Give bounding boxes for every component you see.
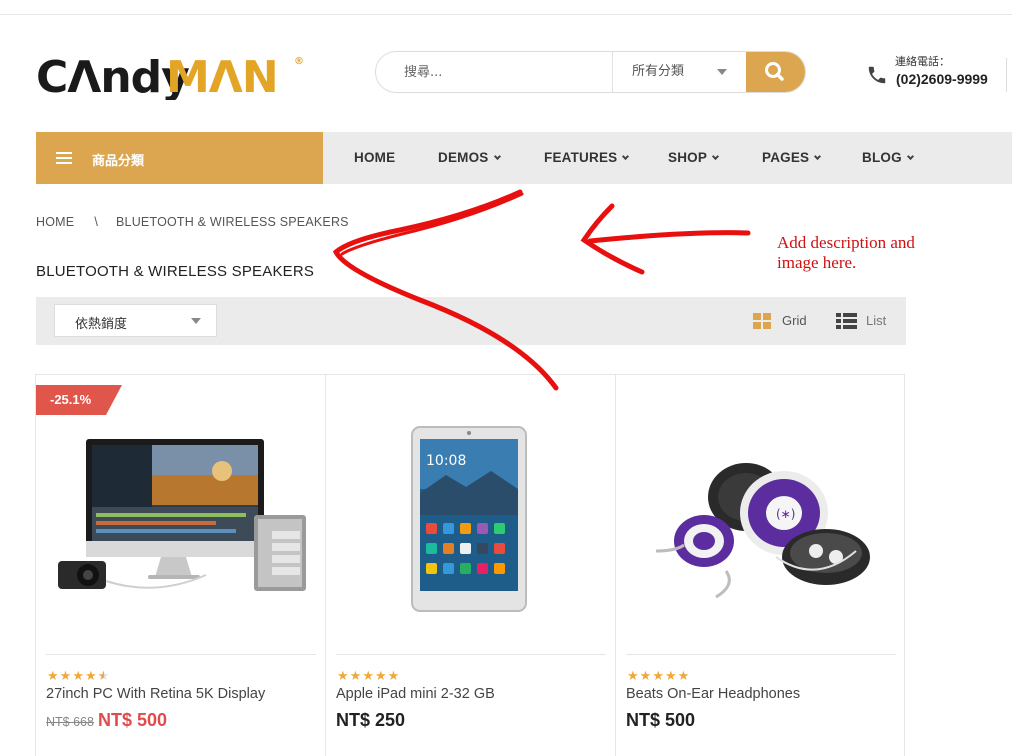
annotation-line-2: image here.: [777, 253, 857, 272]
star-icon: ★: [59, 669, 72, 684]
logo-registered-mark: ®: [294, 56, 304, 67]
nav-item-demos[interactable]: DEMOS: [438, 150, 501, 165]
chevron-down-icon: [493, 152, 501, 161]
header-divider: [1006, 58, 1007, 92]
chevron-down-icon: [906, 152, 914, 161]
search-category-select[interactable]: 所有分類: [613, 52, 747, 92]
imac-desktop-image[interactable]: [36, 375, 324, 655]
caret-down-icon: [191, 318, 201, 324]
star-icon: ★: [47, 669, 59, 684]
categories-label: 商品分類: [92, 154, 145, 169]
breadcrumb: HOME \ BLUETOOTH & WIRELESS SPEAKERS: [36, 215, 349, 229]
search-input[interactable]: [376, 52, 612, 92]
nav-item-label: FEATURES: [544, 150, 618, 165]
star-icon: ★: [337, 669, 349, 684]
discount-label: -25.1%: [50, 392, 92, 407]
product-name[interactable]: Beats On-Ear Headphones: [626, 686, 800, 702]
nav-item-shop[interactable]: SHOP: [668, 150, 720, 165]
price-row: NT$ 500: [626, 710, 695, 731]
nav-item-label: PAGES: [762, 150, 810, 165]
product-name[interactable]: 27inch PC With Retina 5K Display: [46, 686, 265, 702]
top-divider: [0, 14, 1012, 15]
nav-item-features[interactable]: FEATURES: [544, 150, 630, 165]
breadcrumb-home-link[interactable]: HOME: [36, 215, 74, 229]
grid-label: Grid: [782, 313, 807, 328]
card-divider: [626, 654, 896, 655]
card-divider: [46, 654, 316, 655]
svg-text:10:08: 10:08: [426, 453, 466, 469]
contact-phone: 連絡電話： (02)2609-9999: [866, 52, 1012, 96]
grid-icon: [753, 313, 771, 329]
breadcrumb-current: BLUETOOTH & WIRELESS SPEAKERS: [116, 215, 349, 229]
star-icon: ★: [677, 669, 690, 684]
star-icon: ★: [84, 669, 97, 684]
hamburger-icon: [56, 152, 72, 164]
product-grid: -25.1% ★★★★★ 27inch PC With Retina 5K Di…: [35, 374, 905, 756]
nav-item-label: BLOG: [862, 150, 902, 165]
nav-item-home[interactable]: HOME: [354, 150, 395, 165]
star-icon: ★: [362, 669, 374, 684]
search-icon: [765, 62, 784, 81]
star-icon: ★: [664, 669, 677, 684]
phone-icon: [868, 66, 886, 84]
svg-text:(∗): (∗): [776, 507, 795, 521]
nav-item-label: SHOP: [668, 150, 708, 165]
main-nav: 商品分類 HOME DEMOS FEATURES SHOP PAGES BLOG: [36, 132, 1012, 184]
price: NT$ 500: [626, 710, 696, 730]
sale-price: NT$ 500: [97, 710, 167, 730]
rating-stars: ★★★★★: [47, 667, 110, 684]
product-name[interactable]: Apple iPad mini 2-32 GB: [336, 686, 495, 702]
nav-item-blog[interactable]: BLOG: [862, 150, 914, 165]
rating-stars: ★★★★★: [337, 667, 400, 684]
earbuds-case-image[interactable]: (∗): [616, 375, 904, 655]
candyman-logo[interactable]: CΛndy MΛN ®: [36, 50, 308, 100]
chevron-down-icon: [622, 152, 630, 161]
star-icon: ★: [387, 669, 400, 684]
caret-down-icon: [717, 69, 727, 75]
price-row: NT$ 250: [336, 710, 405, 731]
nav-item-pages[interactable]: PAGES: [762, 150, 822, 165]
star-icon: ★: [627, 669, 639, 684]
product-card[interactable]: 10:08 ★★★★★ Apple iPad mini 2-32 GB NT$ …: [325, 375, 615, 756]
star-icon: ★: [652, 669, 664, 684]
sort-select[interactable]: 依熱銷度: [54, 304, 217, 337]
product-card[interactable]: (∗) ★★★★★ Beats On-Ear Headphones NT$ 50…: [615, 375, 905, 756]
search-button[interactable]: [746, 52, 805, 92]
star-icon: ★: [349, 669, 362, 684]
list-label: List: [866, 313, 887, 328]
star-icon: ★: [639, 669, 652, 684]
search-category-label: 所有分類: [632, 64, 685, 79]
rating-stars: ★★★★★: [627, 667, 690, 684]
price-row: NT$ 668 NT$ 500: [46, 710, 167, 731]
search-bar: 所有分類: [375, 51, 806, 93]
annotation-note: Add description and image here.: [777, 233, 987, 273]
categories-menu-button[interactable]: 商品分類: [36, 132, 323, 184]
star-icon: ★: [72, 669, 84, 684]
nav-item-label: DEMOS: [438, 150, 489, 165]
chevron-down-icon: [712, 152, 720, 161]
breadcrumb-separator: \: [94, 215, 98, 229]
contact-label: 連絡電話：: [895, 55, 950, 68]
chevron-down-icon: [814, 152, 822, 161]
annotation-line-1: Add description and: [777, 233, 915, 252]
nav-item-label: HOME: [354, 150, 396, 165]
price: NT$ 250: [336, 710, 406, 730]
page-title: BLUETOOTH & WIRELESS SPEAKERS: [36, 263, 315, 280]
star-icon: ★: [374, 669, 387, 684]
card-divider: [336, 654, 606, 655]
old-price: NT$ 668: [46, 715, 94, 729]
list-icon: [836, 313, 857, 329]
tablet-image[interactable]: 10:08: [326, 375, 614, 655]
sort-label: 依熱銷度: [75, 317, 128, 332]
logo-text-gold: MΛN: [166, 52, 278, 100]
contact-number[interactable]: (02)2609-9999: [896, 71, 988, 87]
product-toolbar: 依熱銷度 Grid List: [36, 297, 906, 345]
star-half-icon: ★: [97, 669, 110, 684]
product-card[interactable]: -25.1% ★★★★★ 27inch PC With Retina 5K Di…: [35, 375, 325, 756]
